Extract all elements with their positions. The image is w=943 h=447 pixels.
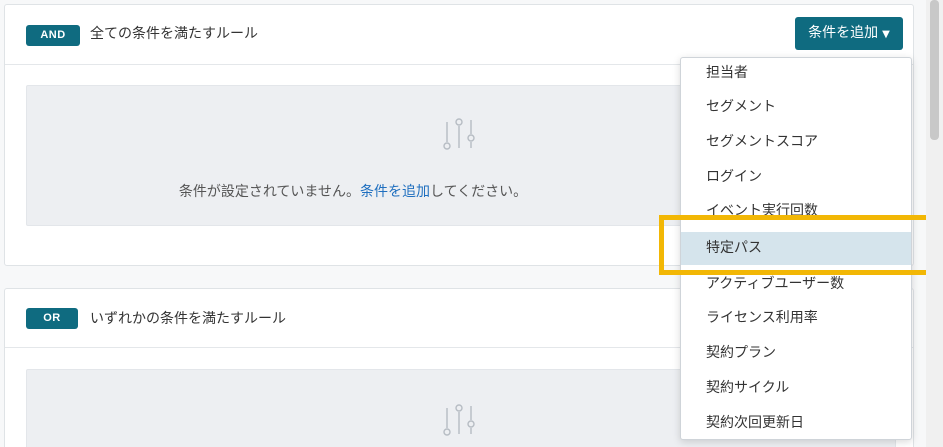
sliders-icon — [443, 404, 475, 436]
empty-message-suffix: してください。 — [430, 184, 528, 200]
menu-item-next-renewal-date[interactable]: 契約次回更新日 — [681, 407, 911, 439]
menu-item-segment-score[interactable]: セグメントスコア — [681, 126, 911, 159]
and-operator-badge: AND — [26, 25, 80, 46]
menu-item-license-usage[interactable]: ライセンス利用率 — [681, 302, 911, 335]
and-rule-header: AND 全ての条件を満たすルール — [5, 5, 913, 65]
empty-message-text: 条件が設定されていません。 — [178, 184, 360, 200]
scrollbar-thumb[interactable] — [930, 0, 939, 140]
menu-item-assignee[interactable]: 担当者 — [681, 58, 911, 90]
menu-item-login[interactable]: ログイン — [681, 161, 911, 194]
menu-item-segment[interactable]: セグメント — [681, 91, 911, 124]
scrollbar[interactable] — [926, 0, 943, 447]
highlight-frame — [659, 215, 941, 275]
menu-item-contract-cycle[interactable]: 契約サイクル — [681, 372, 911, 405]
caret-down-icon: ▼ — [882, 29, 890, 40]
or-rule-title: いずれかの条件を満たすルール — [90, 311, 286, 327]
add-condition-link[interactable]: 条件を追加 — [360, 184, 430, 200]
sliders-icon — [443, 118, 475, 150]
menu-item-contract-plan[interactable]: 契約プラン — [681, 337, 911, 370]
empty-condition-message: 条件が設定されていません。条件を追加してください。 — [27, 181, 679, 201]
and-rule-title: 全ての条件を満たすルール — [90, 26, 258, 42]
or-operator-badge: OR — [26, 308, 78, 329]
add-condition-button[interactable]: 条件を追加 ▼ — [795, 17, 903, 50]
rule-editor-canvas: AND 全ての条件を満たすルール 条件が設定されていません。条件を追加してくださ… — [0, 0, 943, 447]
add-condition-label: 条件を追加 — [808, 25, 879, 41]
